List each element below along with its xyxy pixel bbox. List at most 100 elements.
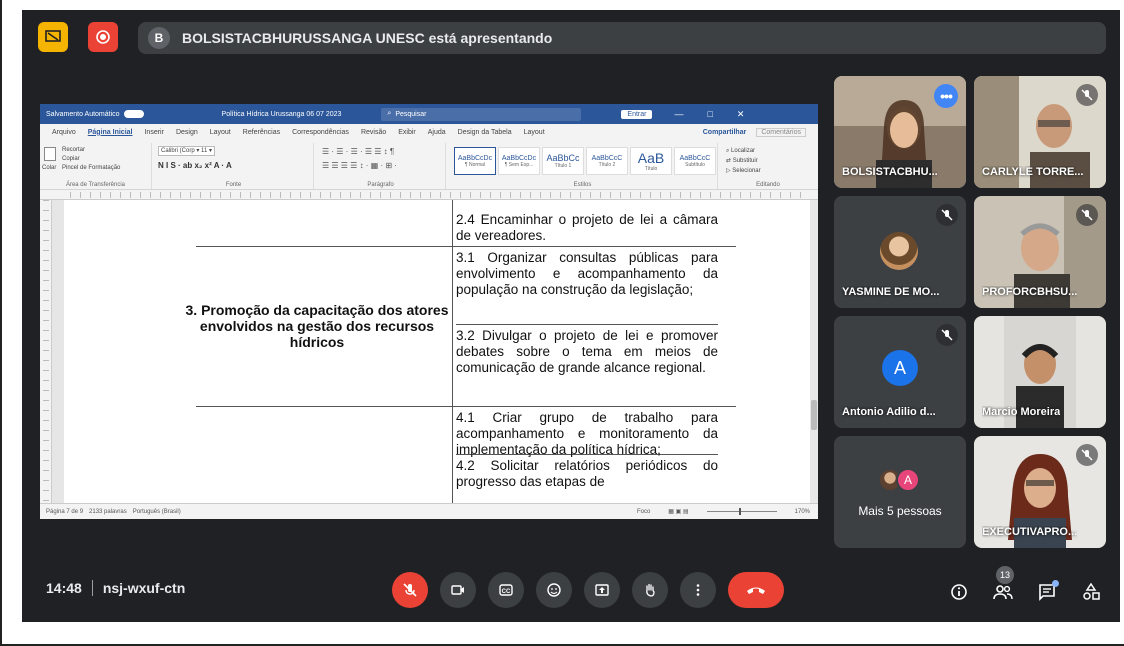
scrollbar-thumb[interactable] [811, 400, 817, 430]
tab-layout-tabela[interactable]: Layout [524, 129, 545, 136]
people-button[interactable]: 13 [991, 566, 1015, 604]
tab-exibir[interactable]: Exibir [398, 129, 416, 136]
paste-label: Colar [42, 165, 57, 171]
paragraph-row-2[interactable]: ☰ ☰ ☰ ☰ ↕ · ▦ · ⊞ · [322, 161, 397, 170]
word-share-button[interactable]: Compartilhar [703, 129, 747, 136]
tab-revisao[interactable]: Revisão [361, 129, 386, 136]
font-formatting-buttons[interactable]: N I S · ab x₂ x² A · A [158, 161, 232, 170]
focus-button[interactable]: Foco [637, 509, 650, 515]
style-heading-2[interactable]: AaBbCcC Título 2 [586, 147, 628, 175]
participant-name: Marcio Moreira [982, 406, 1061, 418]
tab-layout[interactable]: Layout [210, 129, 231, 136]
replace-icon: ⇄ [726, 158, 733, 164]
maximize-icon[interactable]: □ [707, 109, 712, 120]
minimize-icon[interactable]: — [674, 109, 683, 120]
present-icon [595, 584, 609, 596]
participant-tile-yasmine[interactable]: YASMINE DE MO... [834, 196, 966, 308]
style-no-spacing[interactable]: AaBbCcDc ¶ Sem Esp... [498, 147, 540, 175]
emoji-icon [547, 583, 561, 597]
participant-avatar: A [896, 468, 920, 492]
vertical-ruler [40, 200, 52, 503]
style-heading-1[interactable]: AaBbCc Título 1 [542, 147, 584, 175]
reactions-button[interactable] [536, 572, 572, 608]
tab-correspondencias[interactable]: Correspondências [292, 129, 349, 136]
divider [91, 580, 93, 596]
mic-toggle-button[interactable] [392, 572, 428, 608]
word-search-box[interactable]: ⌕ Pesquisar [381, 107, 582, 121]
raise-hand-button[interactable] [632, 572, 668, 608]
more-participants-tile[interactable]: A Mais 5 pessoas [834, 436, 966, 548]
font-size-value: 11 [201, 148, 208, 154]
present-screen-button[interactable] [584, 572, 620, 608]
copy-button[interactable]: Copiar [62, 155, 120, 164]
camera-toggle-button[interactable] [440, 572, 476, 608]
participant-tile-proforcbhsu[interactable]: PROFORCBHSU... [974, 196, 1106, 308]
close-icon[interactable]: ✕ [737, 109, 745, 120]
clipboard-group: Colar Recortar Copiar Pincel de Formataç… [40, 143, 152, 189]
participant-tile-executiva[interactable]: EXECUTIVAPRO... [974, 436, 1106, 548]
more-options-button[interactable] [680, 572, 716, 608]
tab-ajuda[interactable]: Ajuda [428, 129, 446, 136]
tab-design-tabela[interactable]: Design da Tabela [458, 129, 512, 136]
presenting-banner: B BOLSISTACBHURUSSANGA UNESC está aprese… [138, 22, 1106, 54]
google-meet-window: B BOLSISTACBHURUSSANGA UNESC está aprese… [22, 10, 1120, 622]
editing-label: Editando [756, 182, 780, 188]
participant-tile-carlyle[interactable]: CARLYLE TORRE... [974, 76, 1106, 188]
font-group: Calibri (Corp ▾ 11 ▾ N I S · ab x₂ x² A … [154, 143, 314, 189]
participant-tile-antonio[interactable]: A Antonio Adilio d... [834, 316, 966, 428]
tab-referencias[interactable]: Referências [243, 129, 280, 136]
ruler-ticks [70, 192, 810, 198]
tab-arquivo[interactable]: Arquivo [52, 129, 76, 136]
call-controls: CC [392, 572, 784, 608]
record-icon [96, 30, 110, 44]
cut-button[interactable]: Recortar [62, 146, 120, 155]
zoom-slider[interactable] [706, 508, 777, 515]
meeting-code: nsj-wxuf-ctn [102, 580, 186, 596]
paste-icon[interactable] [44, 147, 56, 161]
tab-inserir[interactable]: Inserir [144, 129, 163, 136]
font-name-select[interactable]: Calibri (Corp ▾ 11 ▾ [158, 146, 215, 156]
word-comments-button[interactable]: Comentários [756, 127, 806, 137]
shared-screen: Salvamento Automático Política Hídrica U… [40, 104, 818, 519]
tab-design[interactable]: Design [176, 129, 198, 136]
word-ribbon-tabs: Arquivo Página Inicial Inserir Design La… [40, 124, 818, 140]
search-icon: ⌕ [387, 110, 392, 117]
leave-call-button[interactable] [728, 572, 784, 608]
style-normal[interactable]: AaBbCcDc ¶ Normal [454, 147, 496, 175]
document-page[interactable]: 3. Promoção da capacitação dos atores en… [64, 200, 810, 503]
recording-button[interactable] [88, 22, 118, 52]
bottom-control-bar: 14:48 nsj-wxuf-ctn CC 13 [22, 558, 1120, 622]
word-count: 2133 palavras [89, 508, 127, 515]
language-indicator[interactable]: Português (Brasil) [133, 509, 181, 515]
autosave-toggle[interactable] [123, 110, 144, 118]
stop-presenting-button[interactable] [38, 22, 68, 52]
find-button[interactable]: ⌕ Localizar [726, 146, 761, 156]
paragraph-row-1[interactable]: ☰ · ☰ · ☰ · ☰ ☰ ↕ ¶ [322, 147, 394, 156]
font-label: Fonte [225, 182, 242, 188]
sign-in-button[interactable]: Entrar [621, 109, 653, 119]
style-title[interactable]: AaB Título [630, 147, 672, 175]
table-border [196, 246, 736, 247]
status-right: Foco ▦ ▣ ▤ 170% [631, 508, 810, 515]
select-button[interactable]: ▷ Selecionar [726, 166, 761, 176]
vertical-ruler-ticks [43, 200, 49, 503]
activities-button[interactable] [1079, 580, 1103, 604]
participant-tile-bolsista[interactable]: ••• BOLSISTACBHU... [834, 76, 966, 188]
participant-tile-marcio[interactable]: Marcio Moreira [974, 316, 1106, 428]
paragraph-label: Parágrafo [367, 182, 394, 188]
captions-button[interactable]: CC [488, 572, 524, 608]
hang-up-icon [747, 587, 765, 594]
table-border [196, 406, 736, 407]
participant-name: CARLYLE TORRE... [982, 166, 1084, 178]
meeting-details-button[interactable] [947, 580, 971, 604]
view-icons[interactable]: ▦ ▣ ▤ [668, 508, 688, 515]
more-options-icon[interactable]: ••• [934, 84, 958, 108]
table-border [456, 324, 718, 325]
format-painter-button[interactable]: Pincel de Formatação [62, 164, 120, 173]
replace-button[interactable]: ⇄ Substituir [726, 156, 761, 166]
clipboard-items: Recortar Copiar Pincel de Formatação [62, 146, 120, 173]
style-subtitle[interactable]: AaBbCcC Subtítulo [674, 147, 716, 175]
document-scrollbar[interactable] [810, 200, 818, 503]
tab-pagina-inicial[interactable]: Página Inicial [88, 129, 133, 136]
chat-button[interactable] [1035, 580, 1059, 604]
